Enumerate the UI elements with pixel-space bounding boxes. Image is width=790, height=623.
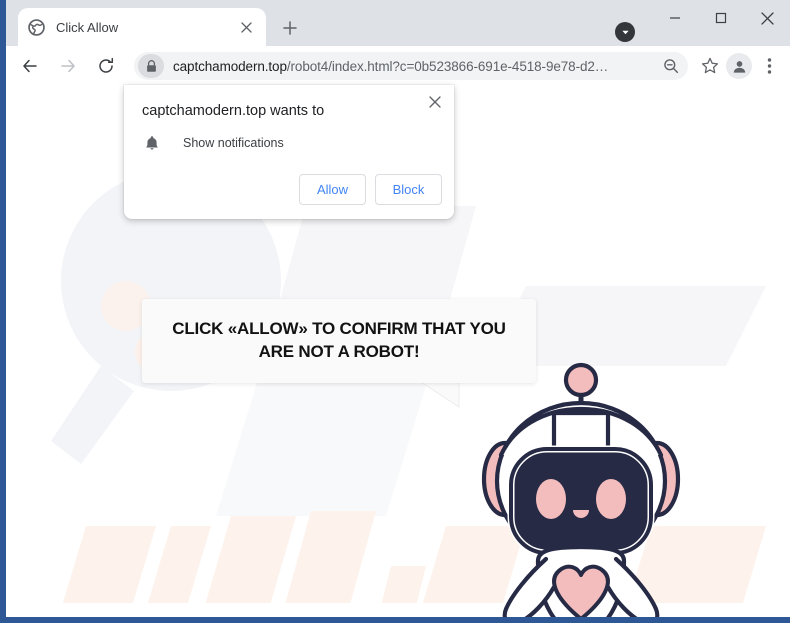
browser-menu-button[interactable] <box>756 52 782 80</box>
profile-avatar-icon <box>733 60 745 73</box>
url-path: /robot4/index.html?c=0b523866-691e-4518-… <box>286 58 609 74</box>
tab-close-icon[interactable] <box>236 17 256 37</box>
address-bar-text: captchamodern.top/robot4/index.html?c=0b… <box>173 59 658 74</box>
zoom-out-icon <box>664 59 679 74</box>
robot-eye-left <box>536 479 566 519</box>
profile-avatar[interactable] <box>726 53 752 79</box>
reload-icon <box>99 57 114 73</box>
browser-toolbar: captchamodern.top/robot4/index.html?c=0b… <box>6 46 790 86</box>
allow-button[interactable]: Allow <box>299 174 366 205</box>
block-button[interactable]: Block <box>375 174 442 205</box>
url-domain: captchamodern.top <box>173 58 287 74</box>
back-arrow-icon <box>23 59 37 73</box>
close-x-glyph <box>240 21 252 33</box>
notification-permission-dialog: captchamodern.top wants to Show notifica… <box>124 85 454 219</box>
chevron-down-icon <box>621 30 629 34</box>
globe-icon <box>28 18 45 36</box>
browser-window-inner: Click Allow captchamodern.top/robot4/ind… <box>6 0 790 617</box>
speech-bubble-text: CLICK «ALLOW» TO CONFIRM THAT YOU ARE NO… <box>172 319 506 361</box>
new-tab-button[interactable] <box>276 14 304 42</box>
speech-bubble: CLICK «ALLOW» TO CONFIRM THAT YOU ARE NO… <box>142 299 536 383</box>
robot-eye-right <box>596 479 626 519</box>
minimize-button[interactable] <box>652 0 698 36</box>
dialog-close-button[interactable] <box>424 91 446 113</box>
maximize-icon <box>715 12 727 24</box>
minimize-icon <box>670 17 680 19</box>
close-window-button[interactable] <box>744 0 790 36</box>
window-controls <box>652 0 790 46</box>
address-bar[interactable]: captchamodern.top/robot4/index.html?c=0b… <box>134 52 688 80</box>
permission-row: Show notifications <box>142 132 284 154</box>
three-dot-menu-icon <box>767 58 771 74</box>
dialog-title: captchamodern.top wants to <box>142 103 325 119</box>
robot-mascot <box>481 362 681 617</box>
forward-button <box>54 52 82 80</box>
dialog-actions: Allow Block <box>299 174 442 205</box>
permission-label: Show notifications <box>183 136 284 150</box>
close-icon <box>429 96 441 108</box>
tab-strip: Click Allow <box>6 0 790 46</box>
zoom-out-button[interactable] <box>658 53 684 79</box>
maximize-button[interactable] <box>698 0 744 36</box>
bell-glyph <box>146 136 158 150</box>
back-button[interactable] <box>16 52 44 80</box>
tab-title: Click Allow <box>56 19 119 35</box>
site-security-lock-button[interactable] <box>138 54 164 78</box>
lock-icon <box>146 59 156 72</box>
star-icon <box>701 57 719 74</box>
speech-bubble-tail <box>421 382 460 408</box>
plus-icon <box>283 21 297 35</box>
browser-window: Click Allow captchamodern.top/robot4/ind… <box>0 0 790 623</box>
browser-tab[interactable]: Click Allow <box>18 8 266 46</box>
reload-button[interactable] <box>92 52 120 80</box>
tab-search-dropdown-button[interactable] <box>615 22 635 42</box>
bell-icon <box>142 132 162 154</box>
close-icon <box>760 11 774 25</box>
forward-arrow-icon <box>61 59 75 73</box>
bookmark-button[interactable] <box>696 52 724 80</box>
